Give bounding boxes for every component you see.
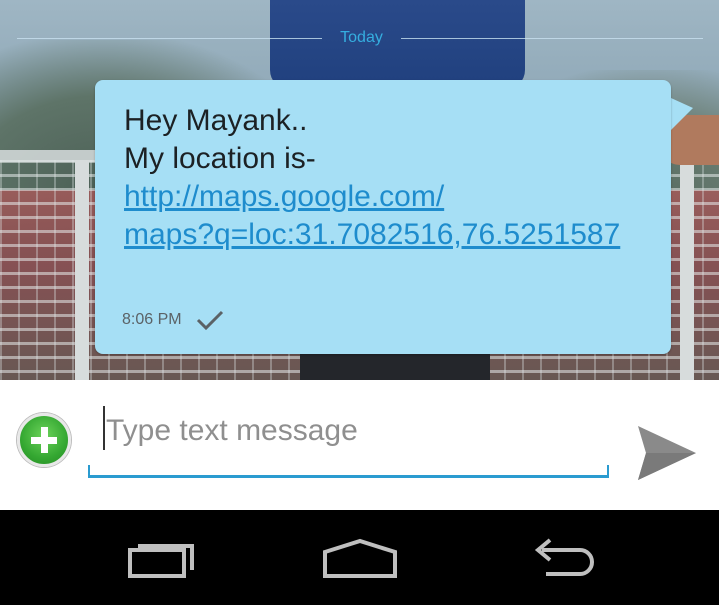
send-button[interactable] — [632, 420, 702, 486]
map-link[interactable]: maps?q=loc:31.7082516,76.5251587 — [124, 216, 664, 254]
date-divider: Today — [17, 28, 703, 50]
message-meta: 8:06 PM — [122, 306, 224, 334]
attach-button[interactable] — [17, 413, 71, 467]
message-line: Hey Mayank.. — [124, 104, 308, 137]
date-label: Today — [340, 29, 383, 46]
recent-apps-button[interactable] — [116, 528, 206, 588]
back-button[interactable] — [514, 528, 604, 588]
text-cursor — [103, 406, 105, 450]
home-button[interactable] — [315, 528, 405, 588]
message-text: Hey Mayank.. My location is- http://maps… — [124, 102, 664, 254]
divider-line — [401, 38, 703, 39]
navigation-bar — [0, 510, 719, 605]
message-line: My location is- — [124, 142, 316, 175]
plus-icon — [41, 427, 48, 453]
message-input[interactable] — [102, 408, 602, 454]
back-icon — [534, 538, 594, 576]
divider-line — [17, 38, 322, 39]
send-icon — [638, 426, 696, 480]
message-bubble[interactable]: Hey Mayank.. My location is- http://maps… — [95, 80, 671, 354]
conversation-view[interactable]: Today Hey Mayank.. My location is- http:… — [0, 0, 719, 380]
message-input-field[interactable] — [88, 400, 609, 478]
background-image-post — [680, 160, 694, 380]
bubble-tail — [671, 98, 693, 130]
checkmark-icon — [196, 308, 224, 332]
home-icon — [323, 538, 397, 578]
map-link[interactable]: http://maps.google.com/ — [124, 178, 664, 216]
recent-apps-icon — [128, 544, 194, 578]
background-image-post — [75, 160, 89, 380]
message-timestamp: 8:06 PM — [122, 311, 182, 328]
